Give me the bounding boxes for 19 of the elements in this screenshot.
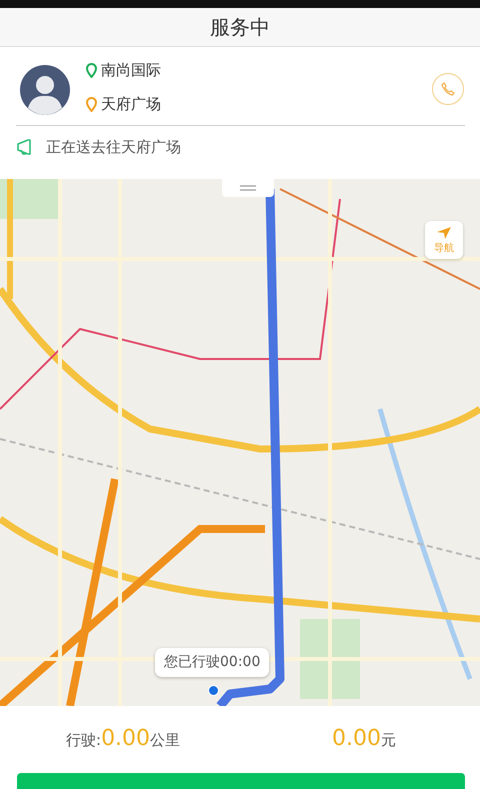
- destination-address: 天府广场: [101, 95, 161, 113]
- origin-address: 南尚国际: [101, 61, 161, 79]
- navigation-button[interactable]: 导航: [425, 221, 463, 259]
- fare-unit: 元: [380, 730, 396, 751]
- drag-handle[interactable]: [222, 179, 274, 197]
- page-title: 服务中: [210, 14, 270, 41]
- avatar-icon: [20, 65, 70, 115]
- location-pin-icon: [86, 96, 97, 112]
- distance-value: 0.00: [101, 725, 150, 753]
- elapsed-time-bubble: 您已行驶00:00: [155, 648, 270, 677]
- paper-plane-icon: [436, 226, 452, 240]
- phone-icon: [440, 81, 456, 97]
- location-pin-icon: [86, 62, 97, 78]
- fare-value: 0.00: [332, 725, 381, 753]
- distance-unit: 公里: [150, 730, 180, 751]
- status-message: 正在送去往天府广场: [46, 137, 181, 158]
- distance-label: 行驶:: [66, 730, 102, 751]
- handle-icon: [240, 185, 256, 191]
- call-button[interactable]: [432, 73, 464, 105]
